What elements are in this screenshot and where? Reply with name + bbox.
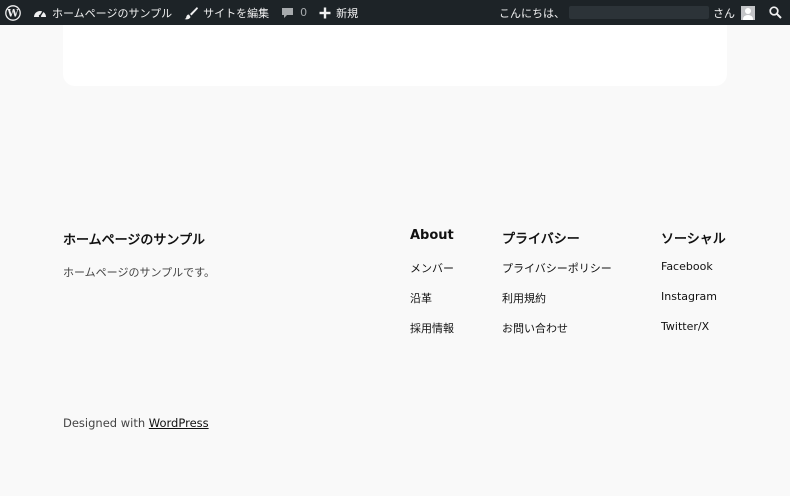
dashboard-icon bbox=[34, 10, 46, 17]
wordpress-link[interactable]: WordPress bbox=[149, 416, 209, 430]
edit-site-button[interactable]: サイトを編集 bbox=[178, 0, 275, 25]
footer-link-recruit[interactable]: 採用情報 bbox=[410, 320, 454, 336]
footer-link-terms[interactable]: 利用規約 bbox=[502, 290, 546, 306]
avatar-icon bbox=[741, 5, 755, 20]
footer-link-facebook[interactable]: Facebook bbox=[661, 260, 713, 273]
footer-link-members[interactable]: メンバー bbox=[410, 260, 454, 276]
search-icon bbox=[769, 6, 782, 19]
redacted-username bbox=[569, 6, 709, 19]
admin-bar: W ホームページのサンプル サイトを編集 0 新規 こんにちは、 さん bbox=[0, 0, 790, 25]
brush-icon bbox=[184, 6, 199, 19]
footer-heading-privacy: プライバシー bbox=[502, 232, 580, 247]
edit-site-label: サイトを編集 bbox=[203, 6, 270, 20]
comments-count: 0 bbox=[300, 6, 308, 19]
credit-prefix: Designed with bbox=[63, 416, 149, 430]
footer-link-history[interactable]: 沿革 bbox=[410, 290, 432, 306]
footer-link-twitter[interactable]: Twitter/X bbox=[661, 320, 709, 333]
footer-credit: Designed with WordPress bbox=[63, 416, 209, 430]
content-card bbox=[63, 25, 727, 86]
wordpress-logo-menu[interactable]: W bbox=[0, 0, 27, 25]
new-content-button[interactable]: 新規 bbox=[313, 0, 364, 25]
footer-link-contact[interactable]: お問い合わせ bbox=[502, 320, 568, 336]
user-account-menu[interactable]: こんにちは、 さん bbox=[493, 0, 765, 25]
user-suffix: さん bbox=[713, 6, 735, 20]
footer-site-title[interactable]: ホームページのサンプル bbox=[63, 229, 205, 248]
new-content-label: 新規 bbox=[336, 6, 359, 20]
greeting-text: こんにちは、 bbox=[499, 6, 565, 20]
comment-icon bbox=[282, 7, 294, 18]
footer-heading-about: About bbox=[410, 228, 454, 243]
comments-button[interactable]: 0 bbox=[275, 0, 313, 25]
footer-site-description: ホームページのサンプルです。 bbox=[63, 266, 216, 279]
footer-link-instagram[interactable]: Instagram bbox=[661, 290, 717, 303]
footer-link-privacy-policy[interactable]: プライバシーポリシー bbox=[502, 260, 612, 276]
site-name-menu[interactable]: ホームページのサンプル bbox=[27, 0, 178, 25]
plus-icon bbox=[319, 7, 331, 18]
site-name-label: ホームページのサンプル bbox=[52, 6, 173, 20]
svg-text:W: W bbox=[6, 8, 19, 19]
search-button[interactable] bbox=[765, 0, 790, 25]
wordpress-icon: W bbox=[5, 4, 21, 21]
footer-heading-social: ソーシャル bbox=[661, 232, 726, 247]
